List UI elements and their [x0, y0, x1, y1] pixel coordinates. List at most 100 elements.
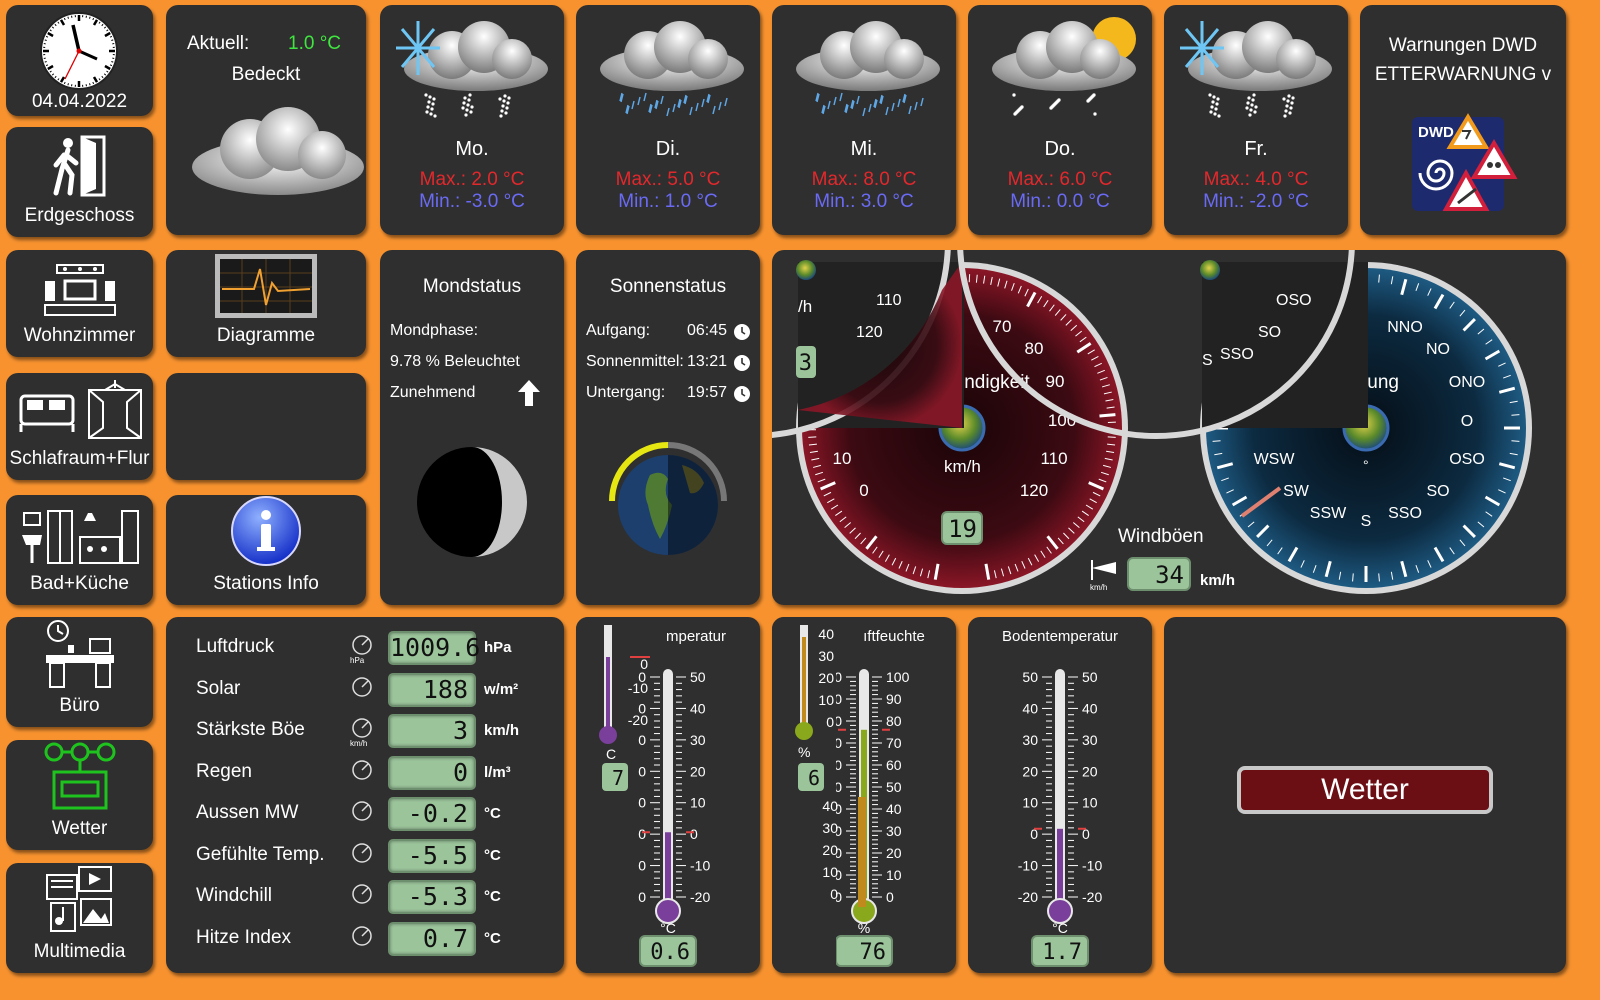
nav-schlafraum[interactable]: Schlafraum+Flur — [6, 373, 153, 480]
sunnoon-time: 13:21 — [687, 353, 728, 370]
nav-label: Wetter — [51, 818, 108, 839]
sunrise-time: 06:45 — [687, 322, 728, 339]
stat-unit: °C — [484, 846, 501, 864]
gusts-value: 34 — [1155, 561, 1184, 589]
overlay-unit: /h — [798, 297, 812, 316]
stat-unit: °C — [484, 929, 501, 947]
thermo-tick-left: 30 — [1022, 732, 1038, 748]
wetter-button[interactable]: Wetter — [1237, 766, 1493, 814]
overlay-dir: S — [1202, 352, 1213, 369]
forecast-day: Mo. — [455, 138, 489, 160]
thermo-value: 1.7 — [1042, 940, 1082, 965]
stat-value: 188 — [388, 672, 476, 707]
stat-value: 1009.6 — [388, 631, 480, 665]
thermo-tick-right: 100 — [886, 669, 910, 685]
clock-small-icon — [734, 386, 750, 402]
forecast-max: Max.: 5.0 °C — [615, 169, 721, 190]
overlay-unit: C — [606, 746, 616, 762]
empty-tile — [166, 373, 366, 480]
stat-icon-text: hPa — [350, 656, 365, 665]
nav-wetter[interactable]: Wetter — [6, 740, 153, 850]
thermo-tick-right: 40 — [886, 801, 902, 817]
snow-cloud-icon — [396, 21, 548, 118]
moon-title: Mondstatus — [422, 276, 522, 297]
stat-unit: km/h — [484, 722, 520, 739]
door-exit-icon — [53, 135, 105, 197]
rain-gauge-icon — [352, 759, 372, 780]
nav-label: Erdgeschoss — [24, 205, 135, 226]
sun-cloud-snow-icon — [992, 17, 1136, 116]
moon-tile: Mondstatus Mondphase: 9.78 % Beleuchtet … — [380, 250, 564, 605]
nav-label: Stations Info — [213, 573, 319, 594]
thermo-tick-right: 40 — [690, 700, 706, 716]
nav-erdgeschoss[interactable]: Erdgeschoss — [6, 127, 153, 237]
nav-multimedia[interactable]: Multimedia — [6, 863, 153, 973]
nav-wohnzimmer[interactable]: Wohnzimmer — [6, 250, 153, 357]
stat-value: 0.7 — [388, 921, 476, 956]
overlay-tick: 40 — [822, 798, 838, 814]
clock-tile: 04.04.2022 — [6, 5, 153, 116]
dir-label: ONO — [1449, 374, 1485, 391]
forecast-max: Max.: 6.0 °C — [1007, 169, 1113, 190]
forecast-max: Max.: 8.0 °C — [811, 169, 917, 190]
overlay-tick: 0 — [830, 886, 838, 902]
nav-diagramme[interactable]: Diagramme — [166, 250, 366, 357]
thermo-title: Bodentemperatur — [1002, 628, 1118, 645]
thermo-tick-right: -10 — [690, 858, 710, 874]
info-icon — [231, 496, 301, 566]
overlay-value: 6 — [808, 766, 820, 790]
current-condition: Bedeckt — [231, 64, 301, 85]
stat-unit: l/m³ — [484, 763, 511, 781]
dir-label: OSO — [1449, 451, 1485, 468]
windchill-icon — [352, 884, 372, 904]
dwd-warning-tile[interactable]: Warnungen DWD ETTERWARNUNG v DWD — [1360, 5, 1566, 235]
thermo-title: ıftfeuchte — [863, 628, 925, 645]
weather-station-icon — [44, 742, 115, 810]
wind-tick-label: 0 — [859, 481, 868, 500]
forecast-day: Di. — [655, 138, 681, 160]
thermo-unit: °C — [1052, 920, 1068, 936]
thermo-tick-right: 30 — [1082, 732, 1098, 748]
nav-label: Wohnzimmer — [23, 325, 136, 346]
forecast-max: Max.: 4.0 °C — [1203, 169, 1309, 190]
stat-label: Stärkste Böe — [196, 719, 305, 740]
wind-speed-value: 19 — [948, 515, 977, 543]
nav-buero[interactable]: Büro — [6, 617, 153, 727]
thermo-unit: % — [858, 920, 870, 936]
gusts-icon-unit: km/h — [1090, 583, 1107, 592]
living-room-icon — [43, 264, 116, 316]
thermo-tick-left: 50 — [1022, 669, 1038, 685]
overlay-tick: 10 — [822, 864, 838, 880]
nav-label: Multimedia — [33, 941, 126, 962]
nav-stations-info[interactable]: Stations Info — [166, 495, 366, 605]
multimedia-icon — [45, 866, 112, 932]
stat-unit: w/m² — [484, 680, 519, 698]
stat-label: Windchill — [196, 885, 273, 906]
forecast-tile: Fr. Max.: 4.0 °C Min.: -2.0 °C — [1164, 5, 1348, 235]
gusts-label: Windböen — [1118, 526, 1204, 547]
wind-tick-label: 120 — [1020, 481, 1048, 500]
thermo-tick-right: 50 — [1082, 669, 1098, 685]
forecast-tile: Do. Max.: 6.0 °C Min.: 0.0 °C — [968, 5, 1152, 235]
current-label: Aktuell: — [187, 33, 250, 54]
dir-label: NNO — [1387, 319, 1423, 336]
nav-bad-kueche[interactable]: Bad+Küche — [6, 495, 153, 605]
wind-tick-label: 10 — [833, 449, 852, 468]
forecast-min: Min.: -3.0 °C — [419, 191, 525, 212]
sunset-label: Untergang: — [586, 384, 666, 401]
stat-label: Solar — [196, 677, 241, 699]
wetter-button-tile: Wetter — [1164, 617, 1566, 973]
clock-icon — [40, 12, 118, 90]
moon-phase-icon — [417, 447, 527, 557]
stat-value: -5.3 — [388, 880, 476, 914]
wind-icon: km/h — [350, 718, 372, 748]
forecast-day: Fr. — [1244, 138, 1268, 160]
overlay-tick: 120 — [856, 324, 883, 341]
overlay-tick: 20 — [818, 670, 834, 686]
wind-tick-label: 70 — [993, 317, 1012, 336]
stat-label: Gefühlte Temp. — [196, 843, 325, 865]
overlay-tick: 30 — [818, 648, 834, 664]
stat-value: -0.2 — [388, 797, 476, 831]
solar-icon — [352, 676, 372, 697]
wind-gauges: 01020708090100110120 km/h 19 indigkeit 1… — [772, 250, 1532, 594]
